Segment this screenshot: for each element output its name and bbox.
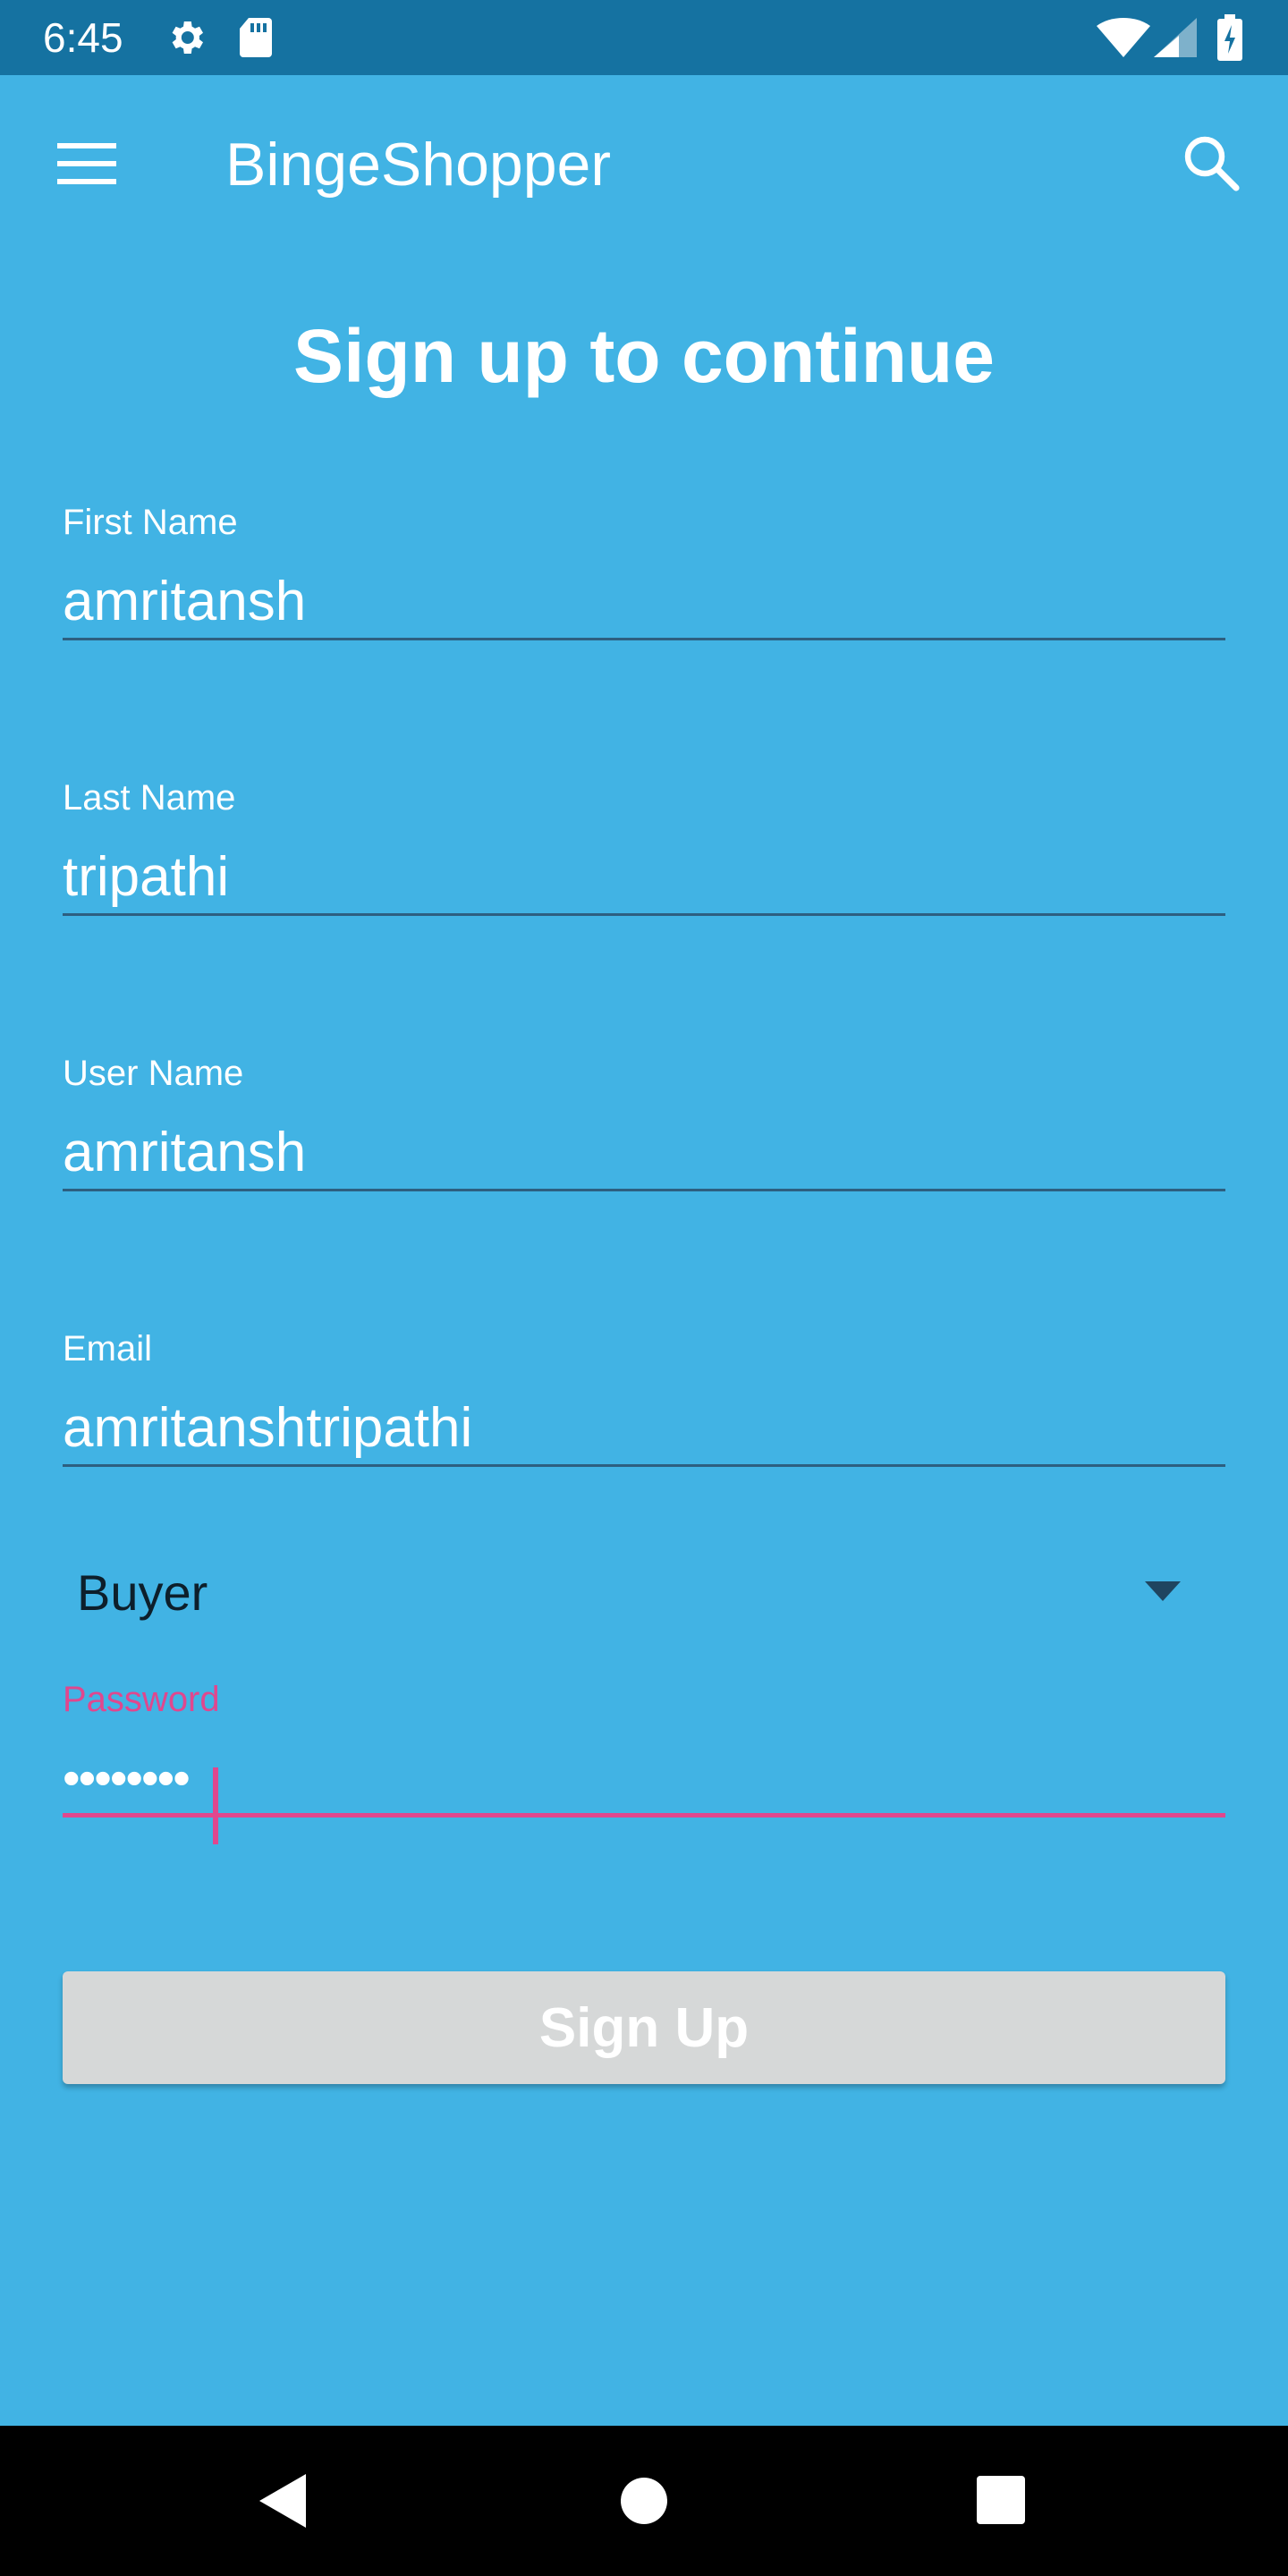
role-selected-value: Buyer — [77, 1564, 208, 1621]
dropdown-arrow-icon — [1145, 1581, 1181, 1601]
password-label: Password — [63, 1680, 220, 1719]
last-name-field: Last Name — [63, 776, 1225, 916]
sd-card-icon — [240, 18, 272, 57]
user-name-input[interactable] — [63, 1116, 1225, 1191]
last-name-input[interactable] — [63, 841, 1225, 916]
first-name-input[interactable] — [63, 565, 1225, 640]
email-input[interactable] — [63, 1392, 1225, 1467]
search-icon[interactable] — [1182, 134, 1240, 191]
app-title: BingeShopper — [225, 131, 612, 199]
password-field: Password — [63, 1678, 1225, 1844]
user-name-field: User Name — [63, 1052, 1225, 1191]
back-icon[interactable] — [259, 2474, 306, 2528]
user-name-label: User Name — [63, 1054, 244, 1093]
page-title: Sign up to continue — [293, 314, 995, 398]
signal-icon — [1154, 18, 1197, 57]
status-bar: 6:45 — [0, 0, 1288, 75]
recents-icon[interactable] — [977, 2476, 1025, 2524]
status-time: 6:45 — [43, 14, 123, 61]
menu-icon[interactable] — [57, 143, 116, 184]
navigation-bar — [0, 2426, 1288, 2576]
wifi-icon — [1097, 18, 1150, 57]
first-name-label: First Name — [63, 503, 238, 542]
sign-up-button[interactable]: Sign Up — [63, 1971, 1225, 2084]
password-input[interactable] — [63, 1742, 1225, 1818]
first-name-field: First Name — [63, 501, 1225, 640]
text-cursor — [213, 1767, 218, 1844]
role-dropdown[interactable]: Buyer — [63, 1553, 1225, 1633]
app-bar: BingeShopper — [0, 75, 1288, 254]
gear-icon — [172, 21, 203, 54]
email-label: Email — [63, 1329, 153, 1368]
home-icon[interactable] — [621, 2478, 667, 2524]
email-field: Email — [63, 1327, 1225, 1467]
battery-charging-icon — [1217, 14, 1242, 61]
last-name-label: Last Name — [63, 778, 236, 818]
